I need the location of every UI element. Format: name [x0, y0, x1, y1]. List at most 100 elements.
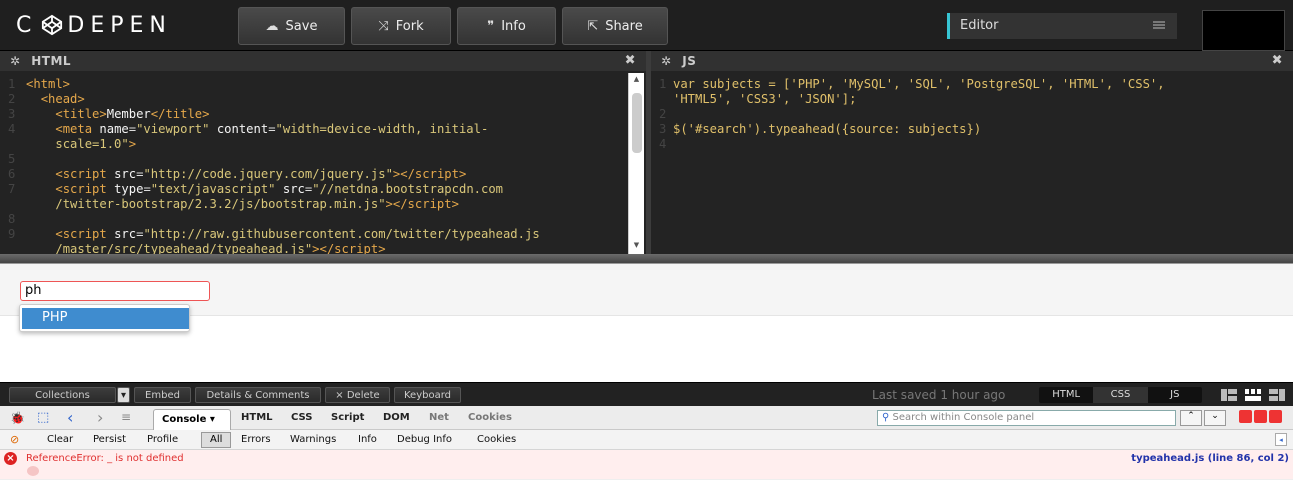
line-number: 5 — [8, 152, 16, 166]
error-message: ReferenceError: _ is not defined — [26, 453, 184, 464]
code-line: <html> — [26, 77, 71, 91]
collections-button[interactable]: Collections — [9, 387, 116, 403]
keyboard-button[interactable]: Keyboard — [394, 387, 461, 403]
fork-icon: ⤨ — [378, 18, 389, 34]
tab-script[interactable]: Script — [331, 412, 364, 423]
html-editor-pane: ✲ HTML ✖ 1 2 3 4 5 6 7 8 9 10 <html> <he — [0, 51, 646, 271]
code-line: scale=1.0"> — [55, 137, 137, 151]
error-icon: × — [4, 452, 17, 465]
share-button[interactable]: ⇱ Share — [562, 7, 668, 45]
editor-select-label: Editor — [960, 18, 999, 33]
embed-button[interactable]: Embed — [134, 387, 191, 403]
typeahead-dropdown: PHP — [19, 304, 190, 332]
filter-warnings-button[interactable]: Warnings — [290, 434, 336, 445]
search-placeholder: Search within Console panel — [892, 412, 1035, 423]
filter-debug-info-button[interactable]: Debug Info — [397, 434, 452, 445]
js-code-area[interactable]: 1 2 3 4 var subjects = ['PHP', 'MySQL', … — [651, 71, 1293, 151]
line-number: 3 — [659, 122, 667, 136]
delete-button[interactable]: × Delete — [325, 387, 390, 403]
fork-button[interactable]: ⤨ Fork — [351, 7, 451, 45]
line-number: 8 — [8, 212, 16, 226]
js-pane-title: JS — [682, 54, 697, 68]
inspect-icon[interactable]: ⬚ — [37, 410, 49, 425]
persist-button[interactable]: Persist — [93, 434, 126, 445]
html-line-numbers: 1 2 3 4 5 6 7 8 9 10 — [8, 77, 23, 272]
expand-icon[interactable] — [27, 466, 39, 476]
code-line: <head> — [40, 92, 85, 106]
logo-letter-c: C — [16, 12, 38, 38]
info-button[interactable]: ❞ Info — [457, 7, 556, 45]
gear-icon[interactable]: ✲ — [661, 54, 672, 68]
search-icon: ⚲ — [882, 412, 890, 423]
layout-right-icon[interactable] — [1269, 389, 1285, 401]
close-icon[interactable]: ✖ — [1272, 53, 1283, 68]
line-number — [8, 137, 23, 152]
line-number: 6 — [8, 167, 16, 181]
back-arrow-icon[interactable]: ‹ — [67, 408, 73, 427]
layout-top-icon[interactable] — [1245, 389, 1261, 401]
minimize-icon[interactable] — [1239, 410, 1252, 423]
logo-text: DEPEN — [67, 12, 172, 38]
code-line: 'HTML5', 'CSS3', 'JSON']; — [673, 92, 857, 106]
save-button[interactable]: ☁ Save — [238, 7, 345, 45]
preview-resize-bar[interactable] — [0, 254, 1293, 264]
code-line: <script src="http://code.jquery.com/jque… — [55, 167, 467, 181]
error-source-link[interactable]: typeahead.js (line 86, col 2) — [1131, 453, 1289, 464]
console-search-input[interactable]: ⚲ Search within Console panel — [877, 410, 1176, 426]
firebug-icon[interactable]: 🐞 — [10, 411, 25, 425]
close-icon[interactable]: ✖ — [625, 53, 636, 68]
html-pane-title: HTML — [31, 54, 72, 68]
html-vertical-scrollbar[interactable]: ▲ ▼ — [628, 73, 644, 254]
view-css-button[interactable]: CSS — [1093, 387, 1148, 403]
profile-button[interactable]: Profile — [147, 434, 178, 445]
line-number: 2 — [659, 107, 667, 121]
tab-dom[interactable]: DOM — [383, 412, 410, 423]
editor-view-select[interactable]: Editor — [947, 13, 1177, 39]
filter-info-button[interactable]: Info — [358, 434, 377, 445]
chevron-up-icon[interactable]: ⌃ — [1180, 410, 1202, 426]
line-number — [8, 197, 23, 212]
forward-arrow-icon[interactable]: › — [97, 408, 103, 427]
close-icon[interactable] — [1269, 410, 1282, 423]
tab-console[interactable]: Console ▾ — [153, 409, 231, 430]
chevron-down-icon[interactable]: ▾ — [117, 387, 130, 403]
line-number: 7 — [8, 182, 16, 196]
html-pane-header: ✲ HTML ✖ — [0, 51, 646, 71]
chevron-down-icon[interactable]: ⌄ — [1204, 410, 1226, 426]
code-line: <script type="text/javascript" src="//ne… — [55, 182, 504, 196]
share-label: Share — [605, 18, 643, 34]
fork-label: Fork — [395, 18, 424, 34]
line-number: 9 — [8, 227, 16, 241]
scroll-down-arrow[interactable]: ▼ — [629, 241, 644, 253]
console-error-row[interactable]: × ReferenceError: _ is not defined typea… — [0, 450, 1293, 480]
filter-errors-button[interactable]: Errors — [241, 434, 271, 445]
view-html-button[interactable]: HTML — [1039, 387, 1093, 403]
command-line-icon[interactable]: ≡ — [121, 410, 131, 424]
tab-net[interactable]: Net — [429, 412, 449, 423]
typeahead-suggestion[interactable]: PHP — [22, 308, 189, 329]
filter-cookies-button[interactable]: Cookies — [477, 434, 516, 445]
user-avatar[interactable] — [1202, 10, 1285, 51]
layout-left-icon[interactable] — [1221, 389, 1237, 401]
tab-cookies[interactable]: Cookies — [468, 412, 512, 423]
search-input[interactable]: ph — [20, 281, 210, 301]
detach-icon[interactable] — [1254, 410, 1267, 423]
codepen-logo[interactable]: C DEPEN — [16, 12, 172, 38]
details-comments-button[interactable]: Details & Comments — [195, 387, 321, 403]
view-toggle: HTML CSS JS — [1039, 387, 1202, 403]
clear-console-icon[interactable]: ⊘ — [10, 433, 19, 446]
tab-html[interactable]: HTML — [241, 412, 273, 423]
html-code-area[interactable]: 1 2 3 4 5 6 7 8 9 10 <html> <head> <titl… — [0, 71, 646, 271]
tab-css[interactable]: CSS — [291, 412, 312, 423]
scroll-icon[interactable]: ◂ — [1275, 433, 1287, 446]
view-js-button[interactable]: JS — [1148, 387, 1202, 403]
filter-all-button[interactable]: All — [201, 432, 231, 448]
gear-icon[interactable]: ✲ — [10, 54, 21, 68]
scrollbar-thumb[interactable] — [632, 93, 642, 153]
clear-button[interactable]: Clear — [47, 434, 73, 445]
code-line: $('#search').typeahead({source: subjects… — [673, 122, 982, 136]
scroll-up-arrow[interactable]: ▲ — [629, 75, 644, 87]
